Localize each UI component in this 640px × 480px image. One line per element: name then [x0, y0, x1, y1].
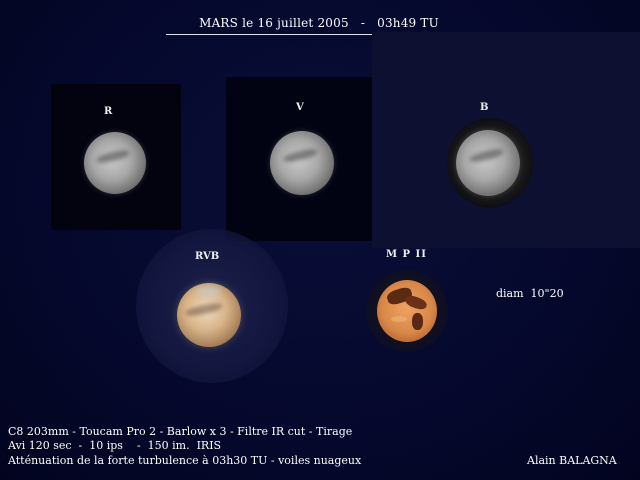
diameter-text: diam 10"20 — [496, 287, 564, 300]
author-name: Alain BALAGNA — [527, 454, 617, 467]
b-label: B — [480, 102, 489, 113]
mp-label: M P II — [386, 249, 427, 260]
mars-map-projection-image — [377, 280, 437, 342]
mars-blue-filter-image — [456, 130, 520, 196]
caption-acquisition: Avi 120 sec - 10 ips - 150 im. IRIS — [8, 439, 222, 452]
rvb-label: RVB — [195, 251, 220, 262]
image-title: MARS le 16 juillet 2005 - 03h49 TU — [199, 16, 439, 30]
mars-rvb-composite-image — [177, 283, 241, 347]
v-label: V — [296, 102, 304, 113]
caption-conditions: Atténuation de la forte turbulence à 03h… — [8, 454, 362, 467]
caption-equipment: C8 203mm - Toucam Pro 2 - Barlow x 3 - F… — [8, 425, 353, 438]
mars-red-filter-image — [84, 132, 146, 194]
r-label: R — [104, 106, 113, 117]
astrophoto-canvas: MARS le 16 juillet 2005 - 03h49 TU R V B… — [0, 0, 640, 480]
mars-green-filter-image — [270, 131, 334, 195]
